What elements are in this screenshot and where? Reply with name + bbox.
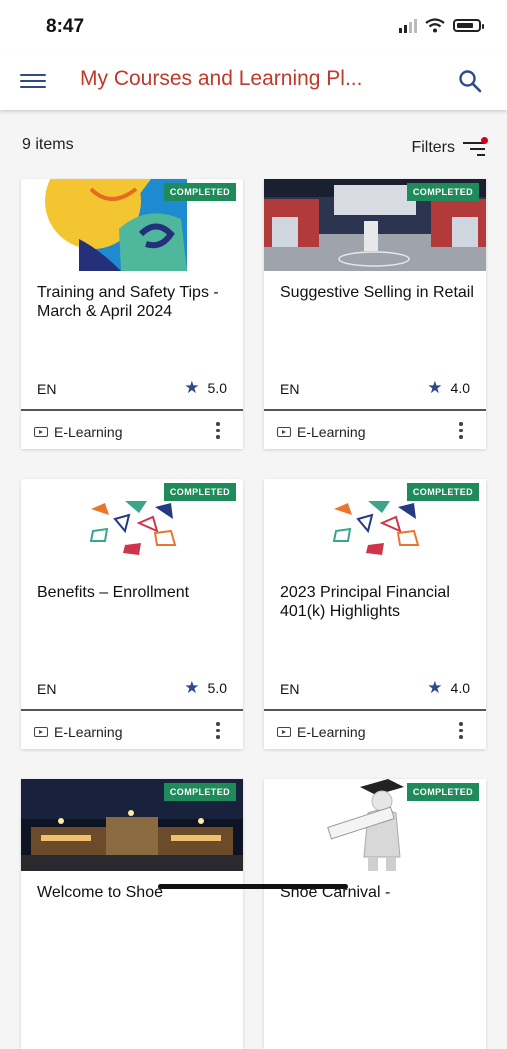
search-icon[interactable]	[457, 68, 483, 94]
filter-icon	[463, 137, 488, 156]
status-badge: COMPLETED	[163, 483, 236, 501]
card-divider	[264, 409, 486, 411]
status-badge: COMPLETED	[163, 783, 236, 801]
play-icon	[34, 727, 48, 737]
course-title: Suggestive Selling in Retail	[280, 284, 474, 301]
course-card[interactable]: COMPLETED Shoe Carnival -	[264, 779, 486, 1049]
course-rating: ★ 5.0	[184, 679, 227, 696]
status-bar: 8:47	[0, 0, 507, 52]
course-type: E-Learning	[34, 724, 123, 740]
rating-value: 4.0	[450, 379, 470, 396]
more-options-button[interactable]	[454, 722, 468, 742]
course-title: Benefits – Enrollment	[37, 584, 190, 601]
course-card[interactable]: COMPLETED Welcome to Shoe	[21, 779, 243, 1049]
play-icon	[277, 427, 291, 437]
filters-button[interactable]: Filters	[411, 137, 488, 157]
course-rating: ★ 5.0	[184, 379, 227, 396]
star-icon: ★	[184, 378, 200, 397]
play-icon	[34, 427, 48, 437]
rating-value: 5.0	[207, 679, 227, 696]
star-icon: ★	[184, 678, 200, 697]
course-thumbnail: COMPLETED	[264, 779, 486, 871]
battery-icon	[453, 19, 484, 32]
more-options-button[interactable]	[211, 722, 225, 742]
status-badge: COMPLETED	[406, 483, 479, 501]
rating-value: 5.0	[207, 379, 227, 396]
course-rating: ★ 4.0	[427, 379, 470, 396]
course-thumbnail: COMPLETED	[21, 179, 243, 271]
course-title: Training and Safety Tips - March & April…	[37, 284, 219, 320]
course-type: E-Learning	[277, 424, 366, 440]
course-type: E-Learning	[34, 424, 123, 440]
filters-label: Filters	[411, 139, 455, 156]
more-options-button[interactable]	[211, 422, 225, 442]
home-indicator	[158, 884, 348, 889]
app-bar: My Courses and Learning Pl...	[0, 52, 507, 110]
signal-icon	[399, 18, 417, 33]
course-thumbnail: COMPLETED	[264, 179, 486, 271]
page-title: My Courses and Learning Pl...	[80, 67, 363, 90]
course-language: EN	[280, 681, 300, 697]
rating-value: 4.0	[450, 679, 470, 696]
status-badge: COMPLETED	[406, 183, 479, 201]
status-badge: COMPLETED	[406, 783, 479, 801]
course-type-label: E-Learning	[297, 724, 366, 740]
menu-button[interactable]	[20, 70, 46, 92]
course-rating: ★ 4.0	[427, 679, 470, 696]
card-divider	[264, 709, 486, 711]
course-type-label: E-Learning	[54, 724, 123, 740]
card-divider	[21, 709, 243, 711]
course-card[interactable]: COMPLETED Training and Safety Tips - Mar…	[21, 179, 243, 449]
course-language: EN	[37, 381, 57, 397]
more-options-button[interactable]	[454, 422, 468, 442]
play-icon	[277, 727, 291, 737]
filter-indicator-dot	[481, 137, 488, 144]
course-card[interactable]: COMPLETED Benefits – Enrollment EN ★ 5.0…	[21, 479, 243, 749]
item-count: 9 items	[22, 136, 74, 153]
card-divider	[21, 409, 243, 411]
wifi-icon	[425, 18, 445, 33]
star-icon: ★	[427, 378, 443, 397]
course-language: EN	[280, 381, 300, 397]
course-title: 2023 Principal Financial 401(k) Highligh…	[280, 584, 450, 620]
course-card[interactable]: COMPLETED Suggestive Selling in Retail E…	[264, 179, 486, 449]
course-thumbnail: COMPLETED	[264, 479, 486, 571]
course-type-label: E-Learning	[297, 424, 366, 440]
course-type: E-Learning	[277, 724, 366, 740]
course-type-label: E-Learning	[54, 424, 123, 440]
course-language: EN	[37, 681, 57, 697]
course-thumbnail: COMPLETED	[21, 479, 243, 571]
status-icons	[399, 18, 484, 33]
status-time: 8:47	[46, 16, 85, 37]
course-thumbnail: COMPLETED	[21, 779, 243, 871]
course-card[interactable]: COMPLETED 2023 Principal Financial 401(k…	[264, 479, 486, 749]
status-badge: COMPLETED	[163, 183, 236, 201]
star-icon: ★	[427, 678, 443, 697]
